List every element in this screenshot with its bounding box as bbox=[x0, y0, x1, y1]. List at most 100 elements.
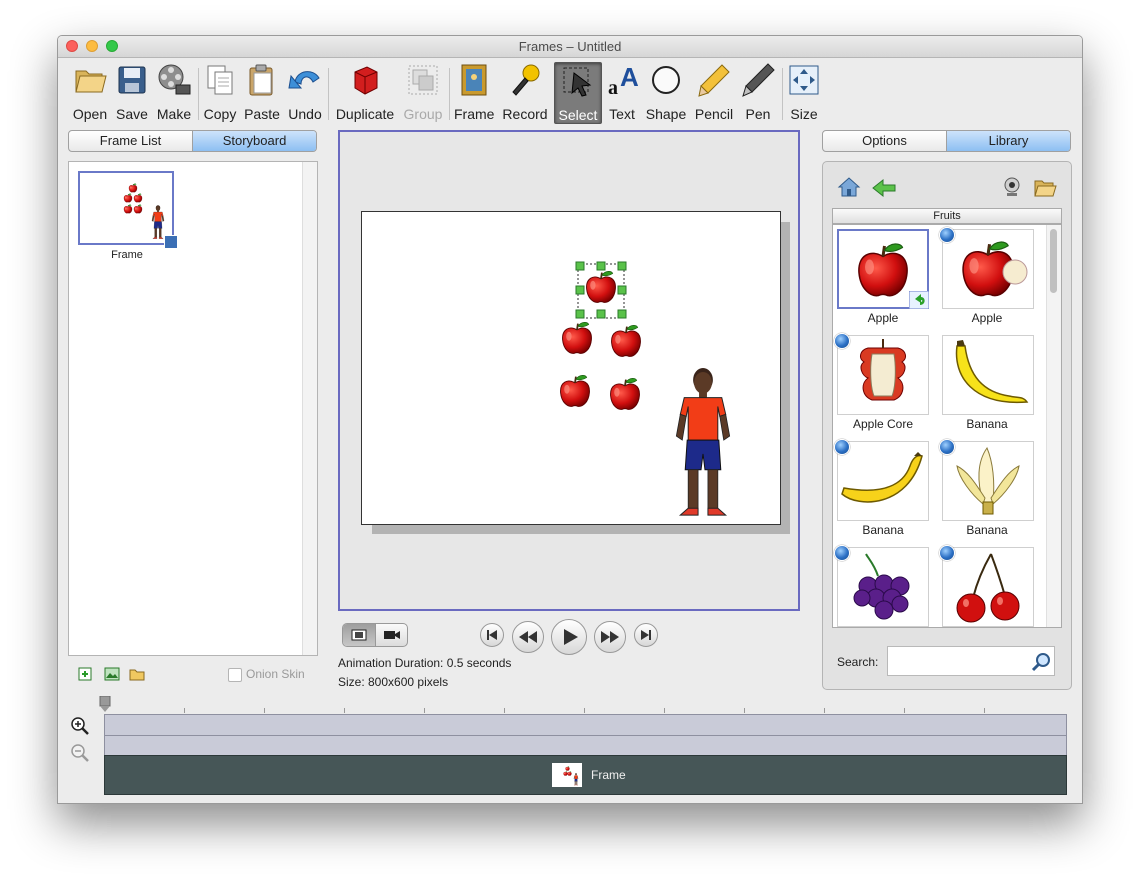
timeline-frame-thumbnail[interactable] bbox=[552, 763, 582, 787]
open-button[interactable]: Open bbox=[70, 62, 110, 122]
select-button[interactable]: Select bbox=[554, 62, 602, 124]
film-reel-icon bbox=[158, 64, 191, 95]
online-globe-icon bbox=[939, 439, 955, 455]
toolbar: Open Save Make Copy Paste Undo Duplicate… bbox=[58, 58, 1082, 126]
library-item-label: Banana bbox=[966, 523, 1008, 537]
apple-sprite[interactable] bbox=[561, 321, 593, 355]
library-item[interactable] bbox=[942, 335, 1034, 415]
group-button[interactable]: Group bbox=[402, 62, 444, 122]
text-tool-icon: a A bbox=[608, 62, 639, 99]
apple-sprite[interactable] bbox=[610, 324, 642, 358]
app-window: Frames – Untitled Open Save Make Copy Pa… bbox=[57, 35, 1083, 804]
canvas-area[interactable] bbox=[338, 130, 800, 611]
storyboard-scrollbar[interactable] bbox=[302, 162, 317, 655]
right-panel-tabs: Options Library bbox=[822, 130, 1071, 152]
frame-button[interactable]: Frame bbox=[454, 62, 494, 122]
revert-arrow-icon[interactable] bbox=[909, 291, 929, 309]
play-button[interactable] bbox=[551, 619, 587, 655]
online-globe-icon bbox=[834, 545, 850, 561]
library-item[interactable] bbox=[837, 335, 929, 415]
shape-button[interactable]: Shape bbox=[644, 62, 688, 122]
search-icon[interactable] bbox=[1031, 652, 1051, 672]
library-scrollbar[interactable] bbox=[1046, 225, 1061, 627]
record-button[interactable]: Record bbox=[501, 62, 549, 122]
frame-thumbnail[interactable] bbox=[78, 171, 178, 249]
save-button[interactable]: Save bbox=[114, 62, 150, 122]
tab-storyboard[interactable]: Storyboard bbox=[192, 131, 316, 151]
circle-shape-icon bbox=[652, 66, 680, 94]
apple-sprite[interactable] bbox=[609, 377, 641, 411]
storyboard-panel: Frame bbox=[68, 161, 318, 656]
undo-button[interactable]: Undo bbox=[286, 62, 324, 122]
person-sprite[interactable] bbox=[675, 367, 731, 516]
pen-button[interactable]: Pen bbox=[740, 62, 776, 122]
zoom-in-icon[interactable] bbox=[70, 716, 90, 736]
first-frame-button[interactable] bbox=[480, 623, 504, 647]
library-item-label: Banana bbox=[966, 417, 1008, 431]
resize-icon bbox=[789, 65, 819, 95]
timeline-frame-track[interactable]: Frame bbox=[104, 755, 1067, 795]
grapes-image bbox=[853, 553, 910, 620]
picture-frame-icon bbox=[461, 64, 487, 96]
undo-arrow-icon bbox=[288, 71, 320, 89]
folder-open-icon[interactable] bbox=[1033, 176, 1057, 198]
online-globe-icon bbox=[939, 545, 955, 561]
library-item-label: Apple Core bbox=[852, 417, 914, 431]
fast-forward-button[interactable] bbox=[594, 621, 626, 653]
library-scroll-knob[interactable] bbox=[1050, 229, 1057, 293]
add-image-icon[interactable] bbox=[104, 667, 120, 681]
home-icon[interactable] bbox=[837, 176, 861, 198]
window-title: Frames – Untitled bbox=[518, 39, 622, 54]
library-item[interactable] bbox=[942, 441, 1034, 521]
drawing-canvas[interactable] bbox=[361, 211, 781, 525]
filmstrip-view-button[interactable] bbox=[343, 624, 375, 646]
bitten-apple-image bbox=[961, 240, 1028, 298]
add-frame-icon[interactable] bbox=[78, 667, 92, 681]
selected-apple[interactable] bbox=[575, 261, 627, 319]
tab-options[interactable]: Options bbox=[823, 131, 946, 151]
library-search-input[interactable] bbox=[887, 646, 1055, 676]
webcam-icon[interactable] bbox=[1001, 176, 1023, 198]
library-item-label: Banana bbox=[862, 523, 904, 537]
canvas-content bbox=[559, 261, 731, 516]
tab-library[interactable]: Library bbox=[946, 131, 1070, 151]
cube-icon bbox=[354, 66, 378, 95]
film-badge-icon bbox=[164, 235, 178, 249]
duplicate-button[interactable]: Duplicate bbox=[333, 62, 397, 122]
library-category-header[interactable]: Fruits bbox=[832, 208, 1062, 224]
paste-button[interactable]: Paste bbox=[243, 62, 281, 122]
apple-sprite[interactable] bbox=[559, 374, 591, 408]
last-frame-button[interactable] bbox=[634, 623, 658, 647]
pencil-button[interactable]: Pencil bbox=[693, 62, 735, 122]
zoom-out-icon[interactable] bbox=[70, 743, 90, 763]
rewind-button[interactable] bbox=[512, 621, 544, 653]
timeline-track[interactable] bbox=[104, 735, 1067, 756]
close-window-button[interactable] bbox=[66, 40, 78, 52]
tab-frame-list[interactable]: Frame List bbox=[69, 131, 192, 151]
banana-image bbox=[955, 340, 1029, 404]
make-button[interactable]: Make bbox=[155, 62, 193, 122]
library-item[interactable] bbox=[942, 229, 1034, 309]
pencil-icon bbox=[698, 64, 730, 97]
size-button[interactable]: Size bbox=[786, 62, 822, 122]
timeline-track[interactable] bbox=[104, 714, 1067, 736]
canvas-size-text: Size: 800x600 pixels bbox=[338, 675, 449, 689]
search-label: Search: bbox=[837, 655, 879, 669]
frame-thumbnail-image bbox=[123, 183, 165, 239]
microphone-icon bbox=[512, 64, 540, 96]
copy-button[interactable]: Copy bbox=[202, 62, 238, 122]
library-item[interactable] bbox=[837, 547, 929, 627]
onion-skin-checkbox[interactable] bbox=[228, 668, 242, 682]
library-grid: Apple Apple Apple Core Banana Banana Ban… bbox=[832, 224, 1062, 628]
minimize-window-button[interactable] bbox=[86, 40, 98, 52]
zoom-window-button[interactable] bbox=[106, 40, 118, 52]
text-button[interactable]: a A Text bbox=[606, 62, 639, 122]
library-item[interactable] bbox=[942, 547, 1034, 627]
back-arrow-icon[interactable] bbox=[871, 178, 897, 198]
camera-view-button[interactable] bbox=[375, 624, 407, 646]
folder-icon[interactable] bbox=[129, 667, 145, 681]
apple-core-image bbox=[860, 339, 906, 401]
peeled-banana-image bbox=[956, 446, 1020, 515]
library-item[interactable] bbox=[837, 441, 929, 521]
svg-text:A: A bbox=[620, 62, 639, 92]
